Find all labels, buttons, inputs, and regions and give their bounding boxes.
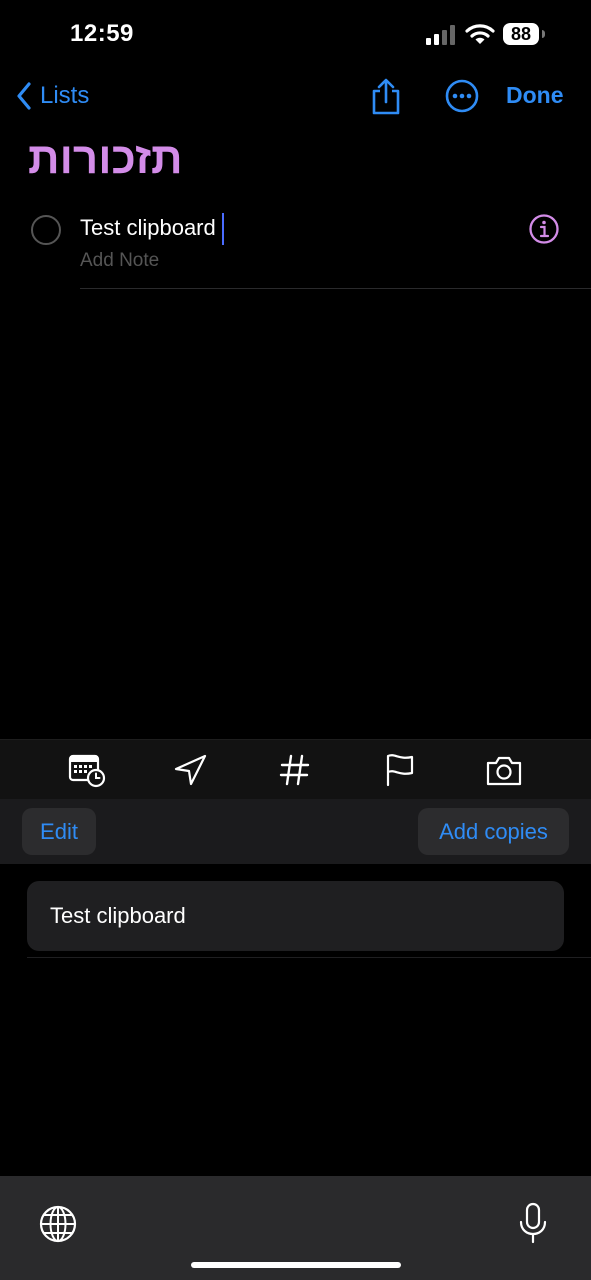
- flag-icon[interactable]: [381, 752, 419, 788]
- done-button[interactable]: Done: [506, 82, 564, 109]
- clipboard-item[interactable]: Test clipboard: [27, 881, 564, 951]
- back-label: Lists: [40, 82, 90, 109]
- clipboard-divider: [27, 957, 591, 958]
- complete-reminder-checkbox[interactable]: [31, 215, 61, 245]
- quick-toolbar: [0, 739, 591, 800]
- add-note-field[interactable]: Add Note: [80, 250, 159, 272]
- wifi-icon: [465, 24, 495, 44]
- calendar-clock-icon[interactable]: [68, 752, 106, 788]
- share-icon[interactable]: [369, 78, 403, 116]
- reminder-title-input[interactable]: Test clipboard: [80, 215, 216, 241]
- text-cursor: [222, 213, 224, 245]
- location-arrow-icon[interactable]: [172, 752, 210, 788]
- edit-button[interactable]: Edit: [22, 808, 96, 855]
- cellular-signal-icon: [426, 25, 455, 45]
- list-title: תזכורות: [28, 134, 183, 183]
- add-copies-button[interactable]: Add copies: [418, 808, 569, 855]
- battery-level: 88: [503, 23, 539, 45]
- home-indicator[interactable]: [191, 1262, 401, 1268]
- chevron-left-icon: [17, 82, 31, 110]
- globe-icon[interactable]: [38, 1204, 78, 1244]
- camera-icon[interactable]: [485, 752, 523, 788]
- microphone-icon[interactable]: [518, 1202, 548, 1244]
- battery-cap: [542, 30, 545, 38]
- battery-indicator: 88: [503, 23, 547, 47]
- hashtag-icon[interactable]: [276, 752, 314, 788]
- more-options-icon[interactable]: [444, 78, 480, 114]
- status-time: 12:59: [70, 20, 134, 47]
- row-divider: [80, 288, 591, 289]
- info-icon[interactable]: [528, 213, 560, 245]
- back-button[interactable]: Lists: [16, 80, 89, 112]
